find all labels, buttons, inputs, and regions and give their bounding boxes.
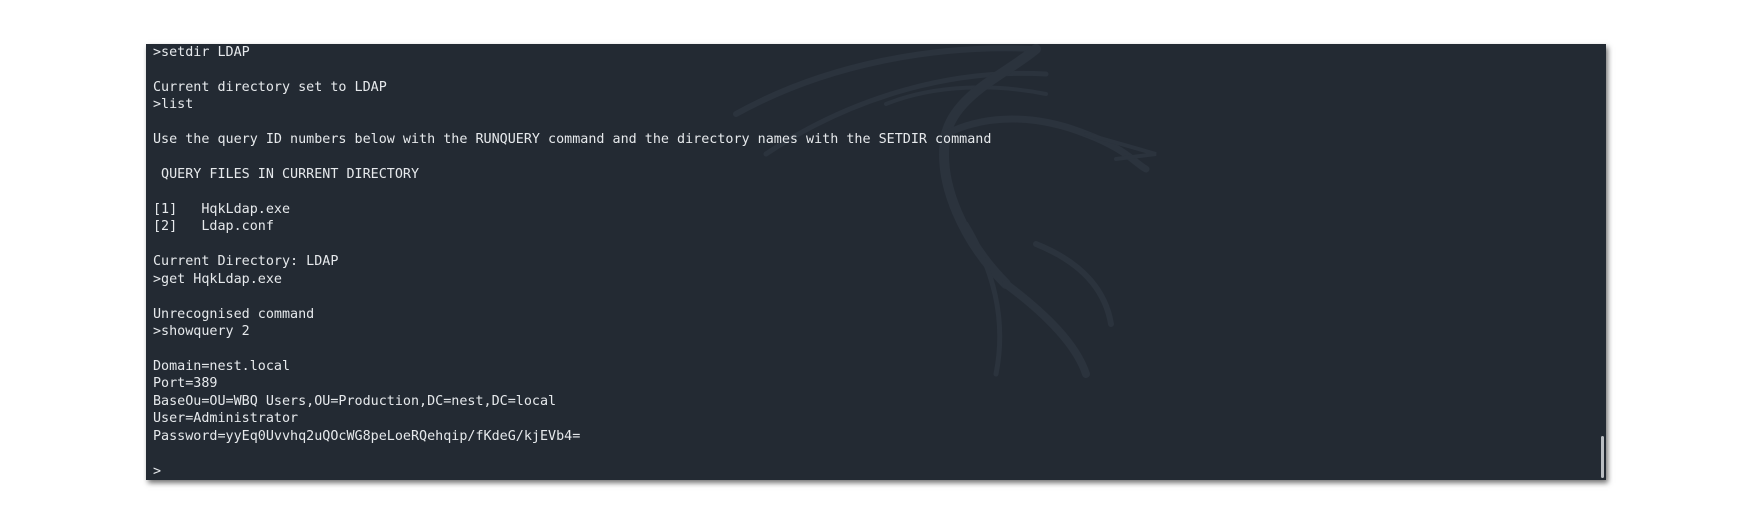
terminal-line: Domain=nest.local	[153, 358, 291, 374]
terminal-line: >showquery 2	[153, 324, 250, 339]
terminal-line: >setdir LDAP	[153, 45, 250, 60]
page: >setdir LDAP Current directory set to LDA…	[0, 0, 1752, 524]
terminal-line: Current directory set to LDAP	[153, 79, 387, 95]
terminal-line: User=Administrator	[153, 411, 299, 427]
terminal-line: >get HqkLdap.exe	[153, 271, 282, 287]
vertical-scrollbar[interactable]	[1598, 44, 1606, 480]
terminal-line: [1] HqkLdap.exe	[153, 201, 291, 217]
terminal-window[interactable]: >setdir LDAP Current directory set to LDA…	[146, 44, 1606, 480]
terminal-output[interactable]: >setdir LDAP Current directory set to LDA…	[153, 44, 1586, 480]
terminal-line: Port=389	[153, 376, 218, 392]
terminal-line: Password=yyEq0Uvvhq2uQOcWG8peLoeRQehqip/…	[153, 428, 581, 444]
scrollbar-thumb[interactable]	[1601, 436, 1604, 478]
terminal-line: QUERY FILES IN CURRENT DIRECTORY	[153, 167, 420, 183]
terminal-line: BaseOu=OU=WBQ Users,OU=Production,DC=nes…	[153, 393, 557, 409]
terminal-line: [2] Ldap.conf	[153, 219, 274, 235]
terminal-line: >list	[153, 97, 194, 113]
terminal-line: >	[153, 463, 162, 479]
terminal-line: Use the query ID numbers below with the …	[153, 132, 992, 148]
terminal-line: Current Directory: LDAP	[153, 254, 339, 270]
terminal-line: Unrecognised command	[153, 306, 315, 322]
